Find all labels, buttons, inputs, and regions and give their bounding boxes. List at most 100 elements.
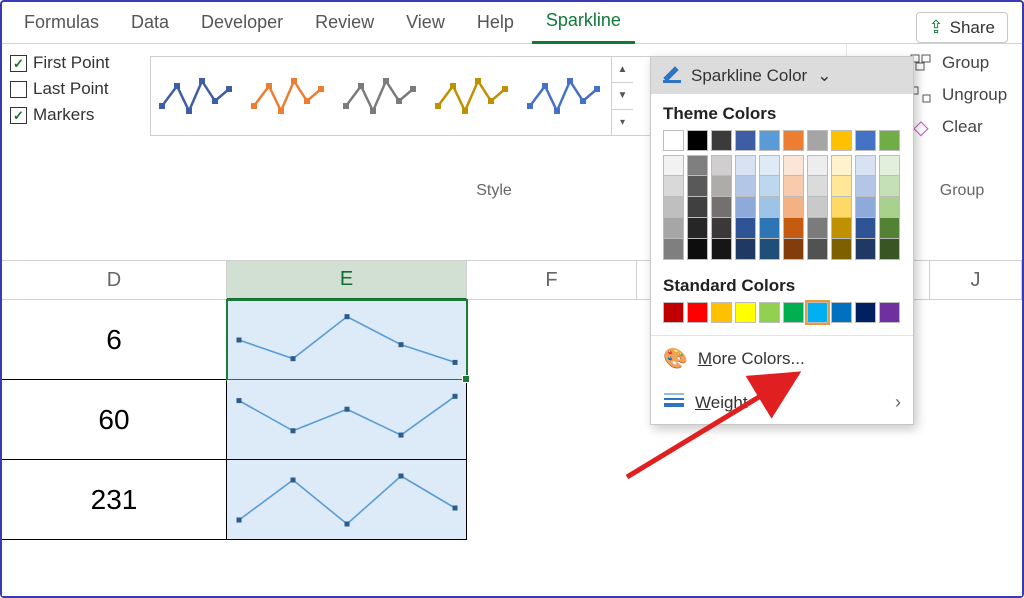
color-swatch[interactable] xyxy=(759,218,780,239)
style-preset[interactable] xyxy=(151,62,243,130)
gallery-more[interactable]: ▾ xyxy=(612,110,633,135)
color-swatch[interactable] xyxy=(831,155,852,176)
tab-formulas[interactable]: Formulas xyxy=(10,4,113,43)
color-swatch[interactable] xyxy=(711,130,732,151)
column-header[interactable]: D xyxy=(2,260,227,300)
color-swatch[interactable] xyxy=(735,176,756,197)
color-swatch[interactable] xyxy=(879,176,900,197)
color-swatch[interactable] xyxy=(807,302,828,323)
color-swatch[interactable] xyxy=(879,218,900,239)
share-button[interactable]: ⇪ Share xyxy=(916,12,1008,43)
column-header[interactable]: J xyxy=(930,260,1022,300)
gallery-up[interactable]: ▲ xyxy=(612,57,633,83)
style-preset[interactable] xyxy=(519,62,611,130)
color-swatch[interactable] xyxy=(783,302,804,323)
chk-markers[interactable]: Markers xyxy=(10,105,134,125)
color-swatch[interactable] xyxy=(855,239,876,260)
color-swatch[interactable] xyxy=(759,176,780,197)
style-preset[interactable] xyxy=(335,62,427,130)
tab-sparkline[interactable]: Sparkline xyxy=(532,2,635,44)
tab-review[interactable]: Review xyxy=(301,4,388,43)
color-swatch[interactable] xyxy=(711,197,732,218)
color-swatch[interactable] xyxy=(831,130,852,151)
color-swatch[interactable] xyxy=(831,302,852,323)
color-swatch[interactable] xyxy=(831,197,852,218)
color-swatch[interactable] xyxy=(807,155,828,176)
style-preset[interactable] xyxy=(243,62,335,130)
color-swatch[interactable] xyxy=(687,302,708,323)
color-swatch[interactable] xyxy=(687,218,708,239)
color-swatch[interactable] xyxy=(807,176,828,197)
color-swatch[interactable] xyxy=(687,197,708,218)
weight-item[interactable]: Weight › xyxy=(651,381,913,424)
color-swatch[interactable] xyxy=(735,218,756,239)
color-swatch[interactable] xyxy=(711,302,732,323)
color-swatch[interactable] xyxy=(783,197,804,218)
more-colors-item[interactable]: 🎨 More Colors... xyxy=(651,336,913,381)
sparkline-cell[interactable] xyxy=(227,380,467,460)
color-swatch[interactable] xyxy=(663,239,684,260)
color-swatch[interactable] xyxy=(831,239,852,260)
color-swatch[interactable] xyxy=(735,130,756,151)
color-swatch[interactable] xyxy=(879,239,900,260)
color-swatch[interactable] xyxy=(759,130,780,151)
chk-last-point[interactable]: Last Point xyxy=(10,79,134,99)
color-swatch[interactable] xyxy=(759,239,780,260)
tab-developer[interactable]: Developer xyxy=(187,4,297,43)
color-swatch[interactable] xyxy=(807,130,828,151)
color-swatch[interactable] xyxy=(663,176,684,197)
chk-first-point[interactable]: First Point xyxy=(10,53,134,73)
color-swatch[interactable] xyxy=(663,218,684,239)
color-swatch[interactable] xyxy=(855,218,876,239)
color-swatch[interactable] xyxy=(807,239,828,260)
color-swatch[interactable] xyxy=(831,218,852,239)
cell[interactable]: 6 xyxy=(2,300,227,380)
color-swatch[interactable] xyxy=(735,155,756,176)
column-header[interactable]: E xyxy=(227,260,467,300)
cmd-group[interactable]: Group xyxy=(908,52,1016,74)
cmd-ungroup[interactable]: Ungroup xyxy=(908,84,1016,106)
column-header[interactable]: F xyxy=(467,260,637,300)
cell[interactable]: 231 xyxy=(2,460,227,540)
color-swatch[interactable] xyxy=(855,197,876,218)
color-swatch[interactable] xyxy=(783,218,804,239)
tab-data[interactable]: Data xyxy=(117,4,183,43)
color-swatch[interactable] xyxy=(783,239,804,260)
color-swatch[interactable] xyxy=(759,302,780,323)
color-swatch[interactable] xyxy=(759,155,780,176)
color-swatch[interactable] xyxy=(711,155,732,176)
tab-help[interactable]: Help xyxy=(463,4,528,43)
color-swatch[interactable] xyxy=(807,218,828,239)
color-swatch[interactable] xyxy=(735,197,756,218)
color-swatch[interactable] xyxy=(855,302,876,323)
gallery-down[interactable]: ▼ xyxy=(612,83,633,109)
color-swatch[interactable] xyxy=(783,130,804,151)
color-swatch[interactable] xyxy=(735,302,756,323)
dropdown-header[interactable]: Sparkline Color ⌄ xyxy=(651,57,913,94)
color-swatch[interactable] xyxy=(687,176,708,197)
color-swatch[interactable] xyxy=(711,176,732,197)
color-swatch[interactable] xyxy=(663,155,684,176)
color-swatch[interactable] xyxy=(759,197,780,218)
color-swatch[interactable] xyxy=(879,155,900,176)
cmd-clear[interactable]: ◇ Clear xyxy=(908,116,1016,138)
color-swatch[interactable] xyxy=(879,197,900,218)
color-swatch[interactable] xyxy=(831,176,852,197)
color-swatch[interactable] xyxy=(711,239,732,260)
color-swatch[interactable] xyxy=(855,155,876,176)
color-swatch[interactable] xyxy=(735,239,756,260)
color-swatch[interactable] xyxy=(663,130,684,151)
style-preset[interactable] xyxy=(427,62,519,130)
color-swatch[interactable] xyxy=(687,155,708,176)
color-swatch[interactable] xyxy=(663,197,684,218)
color-swatch[interactable] xyxy=(711,218,732,239)
color-swatch[interactable] xyxy=(687,130,708,151)
selection-handle[interactable] xyxy=(462,375,470,383)
color-swatch[interactable] xyxy=(783,176,804,197)
sparkline-cell[interactable] xyxy=(227,460,467,540)
color-swatch[interactable] xyxy=(807,197,828,218)
color-swatch[interactable] xyxy=(663,302,684,323)
color-swatch[interactable] xyxy=(783,155,804,176)
cell[interactable]: 60 xyxy=(2,380,227,460)
color-swatch[interactable] xyxy=(879,302,900,323)
